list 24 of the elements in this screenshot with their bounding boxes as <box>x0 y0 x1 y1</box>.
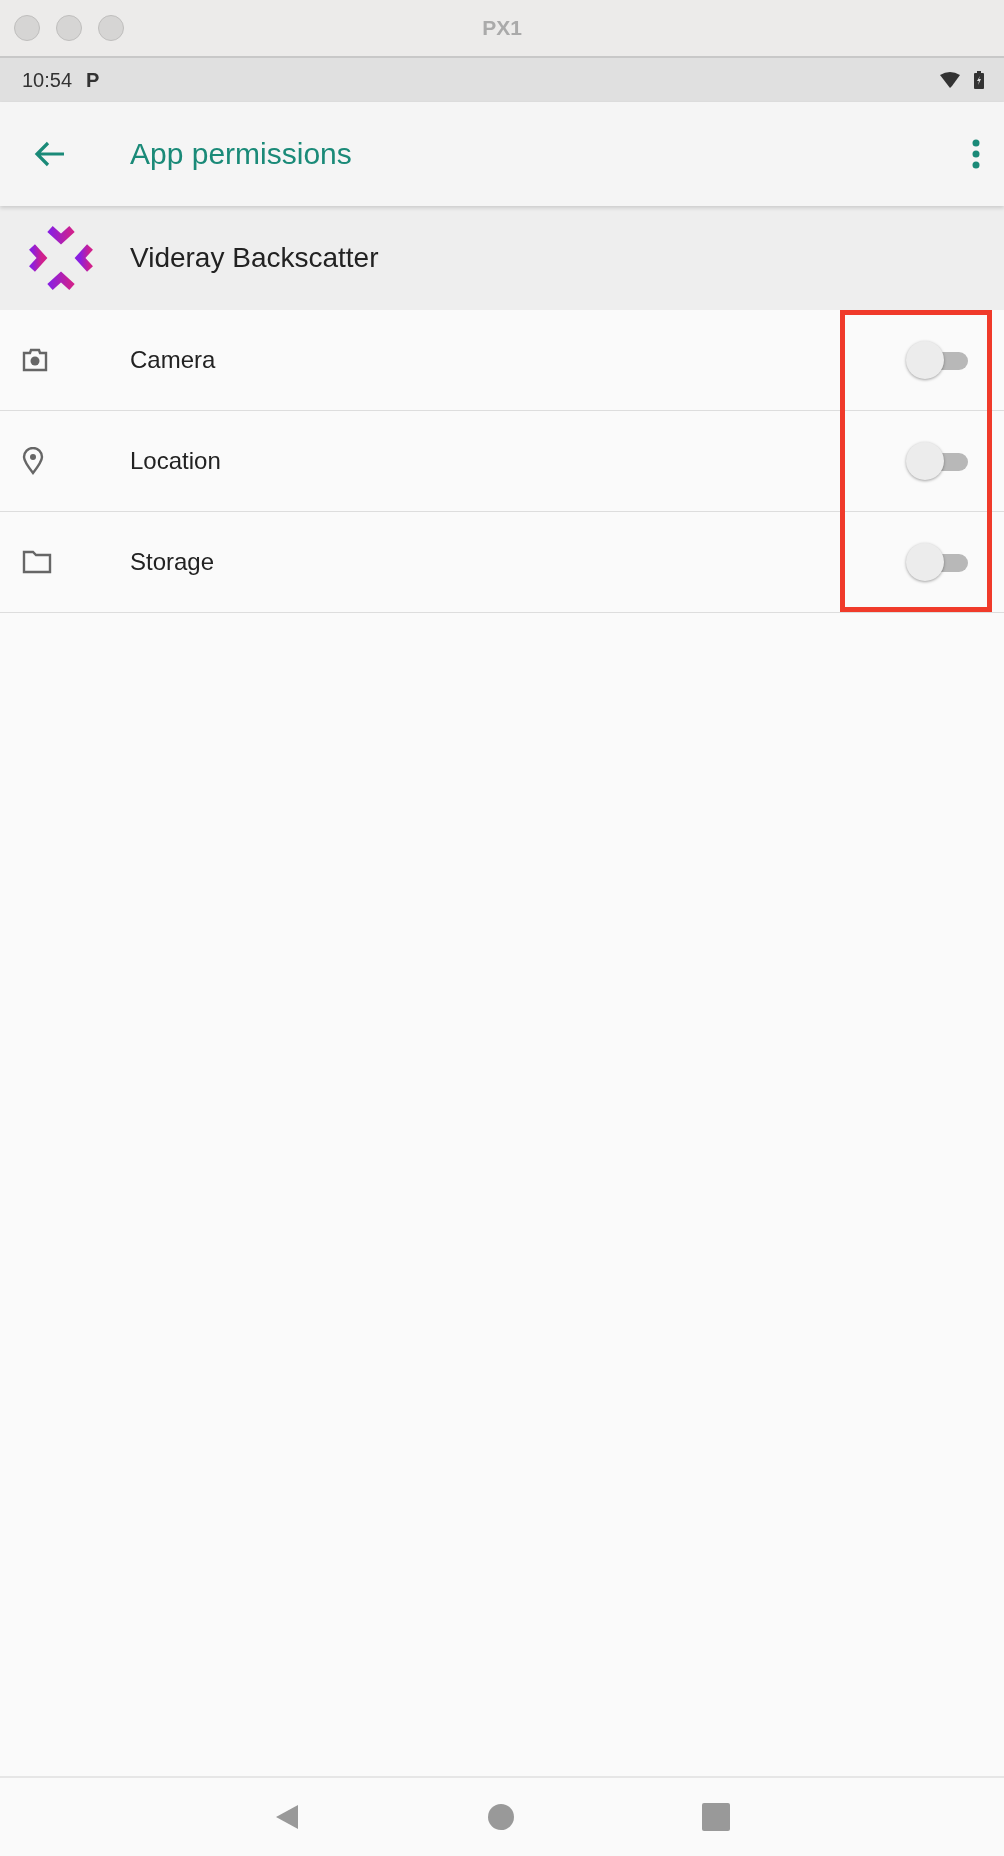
more-options-icon[interactable] <box>972 139 980 169</box>
notification-letter: P <box>86 68 100 92</box>
folder-icon <box>22 550 52 574</box>
permission-label: Camera <box>130 346 216 374</box>
status-time: 10:54 <box>22 68 73 92</box>
battery-icon <box>974 71 984 89</box>
window-control-button[interactable] <box>14 15 40 41</box>
wifi-icon <box>940 72 960 88</box>
permission-switch[interactable] <box>906 340 968 380</box>
permission-switch[interactable] <box>906 441 968 481</box>
home-icon[interactable] <box>488 1804 514 1830</box>
window-control-button[interactable] <box>56 15 82 41</box>
page-title: App permissions <box>130 137 352 171</box>
back-icon[interactable] <box>274 1803 300 1831</box>
window-control-button[interactable] <box>98 15 124 41</box>
window-title: PX1 <box>482 16 522 40</box>
back-arrow-icon[interactable] <box>34 140 66 168</box>
app-name: Videray Backscatter <box>130 242 379 274</box>
location-pin-icon <box>22 447 44 475</box>
permission-label: Location <box>130 447 221 475</box>
permission-switch[interactable] <box>906 542 968 582</box>
permission-label: Storage <box>130 548 215 576</box>
camera-icon <box>22 348 48 372</box>
recents-icon[interactable] <box>702 1803 730 1831</box>
